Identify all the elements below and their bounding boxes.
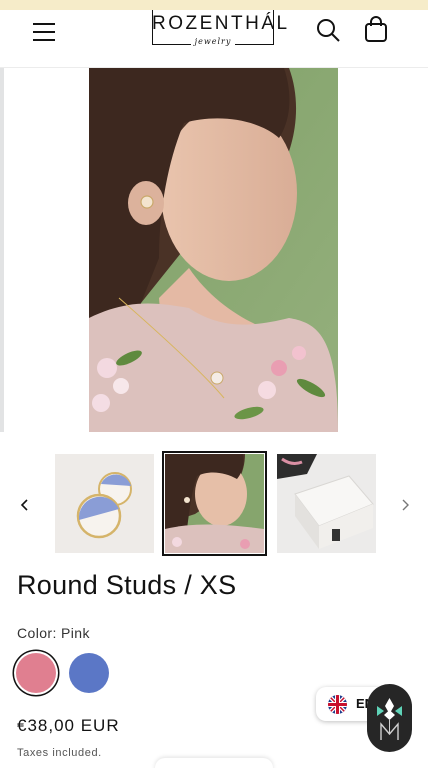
tax-note: Taxes included.: [17, 747, 102, 759]
product-media: [0, 68, 428, 432]
brand-name: ROZENTHÁL: [152, 13, 290, 34]
brand-subtitle-text: jewelry: [190, 37, 236, 46]
color-label: Color: Pink: [17, 625, 90, 641]
search-button[interactable]: [312, 14, 344, 46]
bottom-floating-bar[interactable]: [155, 758, 273, 768]
swatch-pink[interactable]: [16, 653, 56, 693]
brand-chat-button[interactable]: [367, 684, 412, 752]
gift-box-packaging-photo: [277, 454, 376, 553]
chevron-left-icon: [20, 499, 28, 511]
menu-button[interactable]: [28, 16, 60, 48]
announcement-bar: [0, 0, 428, 10]
hamburger-menu-icon: [33, 23, 55, 41]
chevron-right-icon: [402, 499, 409, 511]
thumbnail-strip: [0, 450, 428, 558]
previous-slide-peek[interactable]: [0, 68, 4, 432]
thumbnail-item[interactable]: [277, 454, 376, 553]
product-title: Round Studs / XS: [17, 570, 237, 600]
main-product-image[interactable]: [89, 68, 338, 432]
thumbnail-item-active[interactable]: [162, 451, 267, 556]
thumbnail-prev-button[interactable]: [16, 496, 34, 514]
brand-logo-icon: [377, 698, 402, 740]
uk-flag-icon: [328, 695, 347, 714]
woman-wearing-earring-and-necklace-photo: [89, 68, 338, 432]
thumbnail-item[interactable]: [55, 454, 154, 553]
brand-subtitle: jewelry: [152, 37, 274, 46]
cart-icon: [365, 16, 387, 42]
brand-logo[interactable]: ROZENTHÁL jewelry: [152, 10, 290, 48]
round-stud-earrings-pink-white-photo: [55, 454, 154, 553]
woman-wearing-earring-photo: [165, 454, 264, 553]
product-price: €38,00 EUR: [17, 716, 120, 735]
swatch-blue[interactable]: [69, 653, 109, 693]
search-icon: [317, 19, 340, 42]
site-header: ROZENTHÁL jewelry: [0, 10, 428, 68]
cart-button[interactable]: [360, 14, 392, 46]
thumbnail-next-button[interactable]: [396, 496, 414, 514]
